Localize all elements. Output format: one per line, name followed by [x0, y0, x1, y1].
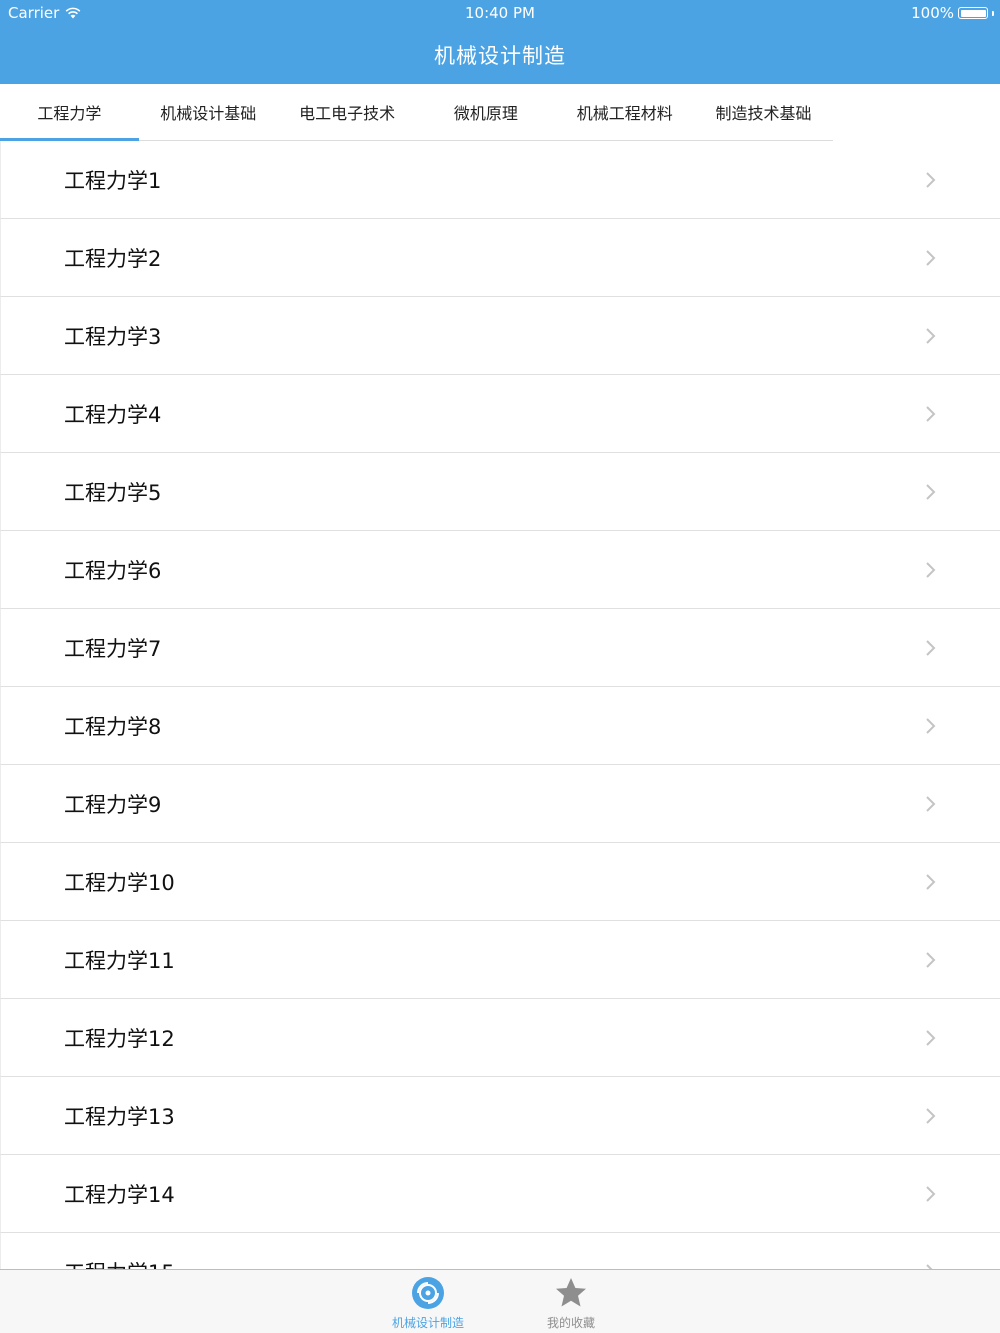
battery-icon — [958, 7, 988, 19]
list-item-label: 工程力学15 — [64, 1257, 175, 1269]
list-item-label: 工程力学7 — [64, 637, 162, 661]
list-item[interactable]: 工程力学3 — [0, 297, 1000, 375]
list-item-label: 工程力学14 — [64, 1183, 175, 1207]
chevron-right-icon — [926, 250, 936, 266]
list-item[interactable]: 工程力学13 — [0, 1077, 1000, 1155]
category-tabs: 工程力学 机械设计基础 电工电子技术 微机原理 机械工程材料 制造技术基础 — [0, 84, 833, 141]
list-item[interactable]: 工程力学1 — [0, 141, 1000, 219]
list-item[interactable]: 工程力学12 — [0, 999, 1000, 1077]
battery-status: 100% — [911, 4, 994, 22]
list-item-label: 工程力学2 — [64, 247, 162, 271]
list-item-label: 工程力学12 — [64, 1027, 175, 1051]
list-item[interactable]: 工程力学6 — [0, 531, 1000, 609]
chapter-list: 工程力学1 工程力学2 工程力学3 工程力学4 工程力学5 工程力学6 工程力学7 工程力学8… — [0, 141, 1000, 1269]
app-screen: Carrier 10:40 PM 100% 机械设计制造 工程力学 机械设计基础… — [0, 0, 1000, 1333]
bottom-tab-bar: 机械设计制造 我的收藏 — [0, 1269, 1000, 1333]
tab-mechanical-design-basics[interactable]: 机械设计基础 — [139, 84, 278, 140]
list-item[interactable]: 工程力学15 — [0, 1233, 1000, 1269]
tab-mechanical-materials[interactable]: 机械工程材料 — [555, 84, 694, 140]
tab-microcomputer-principles[interactable]: 微机原理 — [416, 84, 555, 140]
list-item[interactable]: 工程力学5 — [0, 453, 1000, 531]
page-title: 机械设计制造 — [434, 44, 566, 68]
battery-percent: 100% — [911, 4, 954, 22]
list-item[interactable]: 工程力学8 — [0, 687, 1000, 765]
chevron-right-icon — [926, 1108, 936, 1124]
tabbar-label-favorites: 我的收藏 — [546, 1316, 595, 1330]
star-icon — [556, 1278, 586, 1307]
chevron-right-icon — [926, 328, 936, 344]
header: Carrier 10:40 PM 100% 机械设计制造 — [0, 0, 1000, 84]
list-item-label: 工程力学11 — [64, 949, 175, 973]
disc-icon — [412, 1277, 444, 1309]
list-item[interactable]: 工程力学14 — [0, 1155, 1000, 1233]
chevron-right-icon — [926, 874, 936, 890]
list-item-label: 工程力学4 — [64, 403, 162, 427]
list-item-label: 工程力学9 — [64, 793, 162, 817]
list-item[interactable]: 工程力学7 — [0, 609, 1000, 687]
chevron-right-icon — [926, 640, 936, 656]
list-item-label: 工程力学6 — [64, 559, 162, 583]
list-item-label: 工程力学1 — [64, 169, 162, 193]
list-item-label: 工程力学13 — [64, 1105, 175, 1129]
list-item[interactable]: 工程力学10 — [0, 843, 1000, 921]
tabbar-item-favorites[interactable]: 我的收藏 — [511, 1270, 631, 1333]
chevron-right-icon — [926, 1186, 936, 1202]
chevron-right-icon — [926, 172, 936, 188]
chevron-right-icon — [926, 562, 936, 578]
chevron-right-icon — [926, 406, 936, 422]
tab-electrical-electronics[interactable]: 电工电子技术 — [278, 84, 417, 140]
list-item-label: 工程力学10 — [64, 871, 175, 895]
status-time: 10:40 PM — [465, 4, 535, 22]
tabbar-item-design[interactable]: 机械设计制造 — [368, 1270, 488, 1333]
list-item-label: 工程力学8 — [64, 715, 162, 739]
list-item-label: 工程力学5 — [64, 481, 162, 505]
tab-manufacturing-basics[interactable]: 制造技术基础 — [694, 84, 833, 140]
tab-engineering-mechanics[interactable]: 工程力学 — [0, 84, 139, 141]
list-item-label: 工程力学3 — [64, 325, 162, 349]
chevron-right-icon — [926, 718, 936, 734]
chevron-right-icon — [926, 1030, 936, 1046]
chevron-right-icon — [926, 952, 936, 968]
list-item[interactable]: 工程力学11 — [0, 921, 1000, 999]
list-item[interactable]: 工程力学2 — [0, 219, 1000, 297]
tabbar-label-design: 机械设计制造 — [391, 1316, 464, 1330]
chevron-right-icon — [926, 796, 936, 812]
status-bar: Carrier 10:40 PM 100% — [0, 0, 1000, 28]
chevron-right-icon — [926, 484, 936, 500]
list-item[interactable]: 工程力学4 — [0, 375, 1000, 453]
list-item[interactable]: 工程力学9 — [0, 765, 1000, 843]
